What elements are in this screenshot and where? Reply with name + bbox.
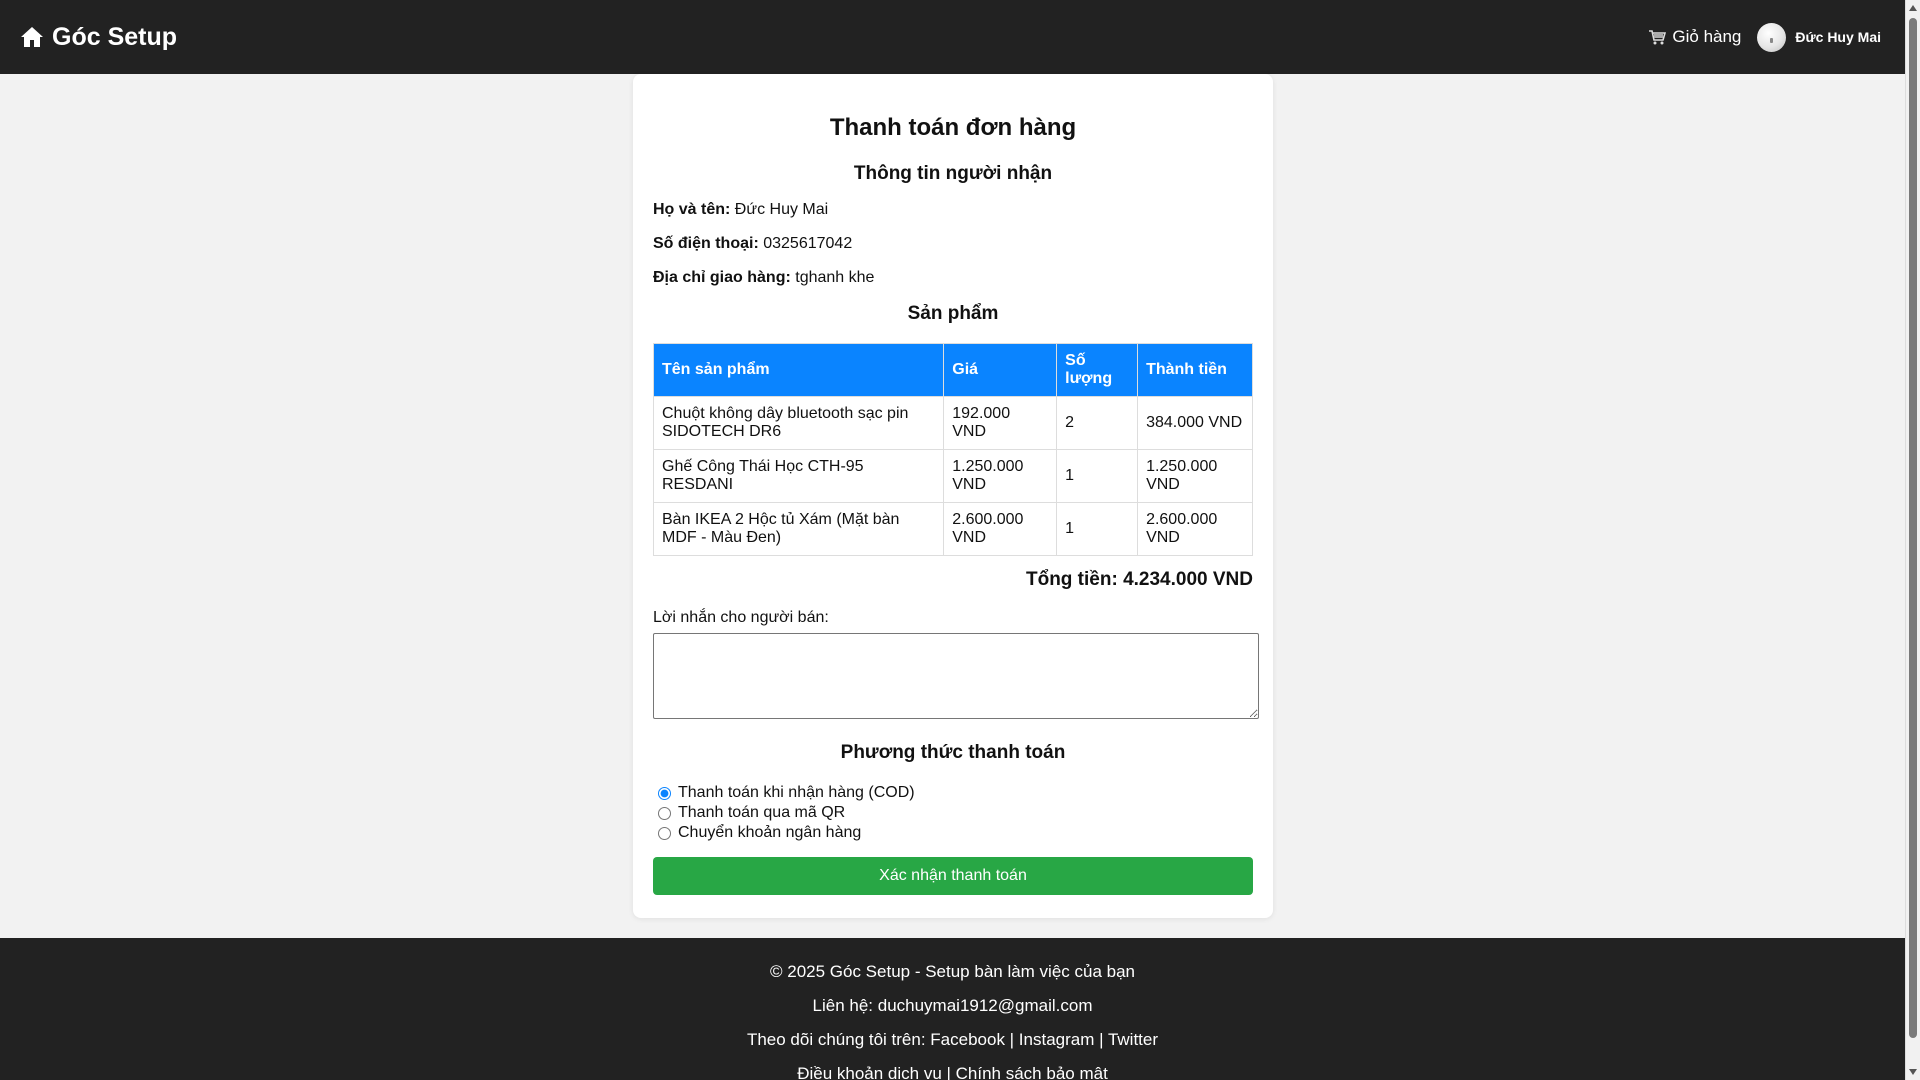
table-row: Chuột không dây bluetooth sạc pin SIDOTE… (652, 396, 1253, 450)
column-header-quantity: Số lượng (1056, 343, 1139, 397)
phone-label: Số điện thoại: (653, 235, 759, 252)
products-table: Tên sản phẩm Giá Số lượng Thành tiền Chu… (652, 343, 1253, 556)
product-name-cell: Chuột không dây bluetooth sạc pin SIDOTE… (652, 396, 945, 450)
brand-link[interactable]: Góc Setup (20, 23, 177, 52)
subtotal-cell: 384.000 VND (1137, 396, 1253, 450)
avatar (1757, 22, 1787, 52)
checkout-card: Thanh toán đơn hàng Thông tin người nhận… (633, 74, 1273, 918)
scroll-down-arrow-icon[interactable] (1909, 1069, 1917, 1075)
footer-copyright: © 2025 Góc Setup - Setup bàn làm việc củ… (769, 962, 1136, 981)
quantity-cell: 2 (1056, 396, 1139, 450)
top-navbar: Góc Setup Giỏ hàng Đức Huy Mai (0, 0, 1905, 74)
payment-option-qr[interactable]: Thanh toán qua mã QR (653, 803, 1253, 823)
scroll-up-arrow-icon[interactable] (1909, 5, 1917, 11)
payment-heading: Phương thức thanh toán (840, 742, 1066, 763)
table-header-row: Tên sản phẩm Giá Số lượng Thành tiền (652, 343, 1253, 397)
phone-value: 0325617042 (763, 235, 853, 252)
message-textarea[interactable] (653, 633, 1259, 719)
recipient-phone: Số điện thoại: 0325617042 (653, 234, 1253, 254)
column-header-price: Giá (943, 343, 1058, 397)
bank-transfer-radio[interactable] (658, 826, 671, 840)
column-header-subtotal: Thành tiền (1137, 343, 1253, 397)
payment-option-cod[interactable]: Thanh toán khi nhận hàng (COD) (653, 783, 1253, 803)
name-label: Họ và tên: (653, 201, 731, 218)
qr-label: Thanh toán qua mã QR (678, 804, 846, 821)
quantity-cell: 1 (1056, 449, 1139, 503)
price-cell: 192.000 VND (943, 396, 1058, 450)
table-row: Ghế Công Thái Học CTH-95 RESDANI 1.250.0… (652, 449, 1253, 503)
price-cell: 2.600.000 VND (943, 502, 1058, 556)
confirm-payment-button[interactable]: Xác nhận thanh toán (653, 857, 1253, 895)
bank-transfer-label: Chuyển khoản ngân hàng (678, 824, 862, 841)
address-value: tghanh khe (795, 269, 875, 286)
page-title: Thanh toán đơn hàng (829, 114, 1077, 141)
cart-link[interactable]: Giỏ hàng (1648, 27, 1741, 47)
cod-radio[interactable] (658, 786, 671, 800)
qr-radio[interactable] (658, 806, 671, 820)
column-header-product: Tên sản phẩm (652, 343, 945, 397)
footer-contact[interactable]: Liên hệ: duchuymai1912@gmail.com (0, 989, 1905, 1023)
recipient-name: Họ và tên: Đức Huy Mai (653, 200, 1253, 220)
order-total: Tổng tiền: 4.234.000 VND (1025, 569, 1253, 590)
footer-social-links[interactable]: Theo dõi chúng tôi trên: Facebook | Inst… (0, 1023, 1905, 1057)
product-name-cell: Ghế Công Thái Học CTH-95 RESDANI (652, 449, 945, 503)
name-value: Đức Huy Mai (734, 201, 829, 218)
payment-options: Thanh toán khi nhận hàng (COD) Thanh toá… (653, 783, 1253, 843)
products-heading: Sản phẩm (907, 303, 999, 324)
site-footer: © 2025 Góc Setup - Setup bàn làm việc củ… (0, 938, 1905, 1080)
brand-name: Góc Setup (52, 22, 178, 51)
user-name: Đức Huy Mai (1795, 29, 1881, 45)
cart-label: Giỏ hàng (1672, 27, 1742, 46)
subtotal-cell: 1.250.000 VND (1137, 449, 1253, 503)
table-row: Bàn IKEA 2 Hộc tủ Xám (Mặt bàn MDF - Màu… (652, 502, 1253, 556)
page-scrollbar[interactable] (1905, 0, 1920, 1080)
user-menu[interactable]: Đức Huy Mai (1757, 22, 1881, 52)
subtotal-cell: 2.600.000 VND (1137, 502, 1253, 556)
home-icon (21, 27, 43, 47)
shopping-cart-icon (1649, 30, 1667, 45)
footer-policy-links[interactable]: Điều khoản dịch vụ | Chính sách bảo mật (0, 1057, 1905, 1080)
address-label: Địa chỉ giao hàng: (653, 269, 791, 286)
message-label: Lời nhắn cho người bán: (653, 609, 829, 626)
quantity-cell: 1 (1056, 502, 1139, 556)
recipient-address: Địa chỉ giao hàng: tghanh khe (653, 268, 1253, 288)
payment-option-bank[interactable]: Chuyển khoản ngân hàng (653, 823, 1253, 843)
scrollbar-thumb[interactable] (1909, 18, 1917, 1038)
recipient-heading: Thông tin người nhận (853, 163, 1053, 184)
product-name-cell: Bàn IKEA 2 Hộc tủ Xám (Mặt bàn MDF - Màu… (652, 502, 945, 556)
cod-label: Thanh toán khi nhận hàng (COD) (678, 784, 915, 801)
price-cell: 1.250.000 VND (943, 449, 1058, 503)
